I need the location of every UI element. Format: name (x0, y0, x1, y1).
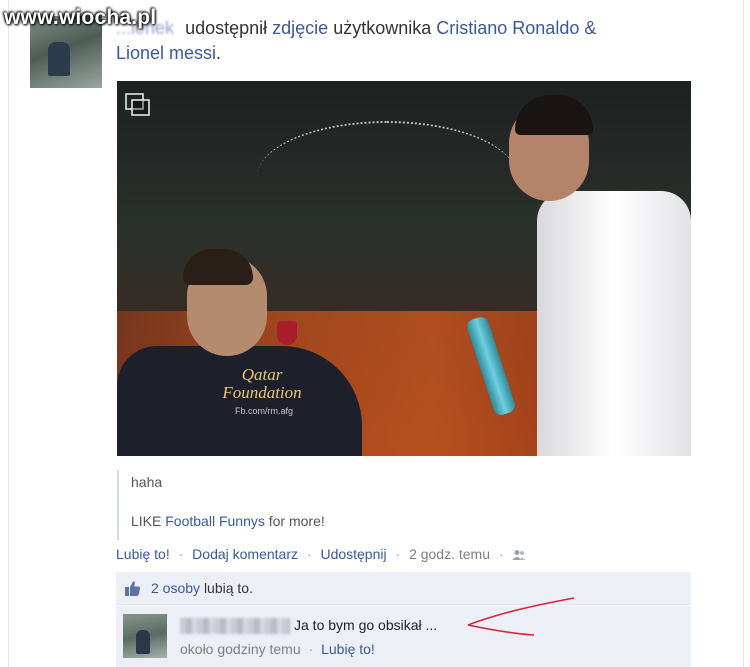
comment-time[interactable]: około godziny temu (180, 641, 301, 657)
photo-caption: haha LIKE Football Funnys for more! (117, 470, 691, 540)
thumbs-up-icon (125, 581, 141, 596)
comment-meta: około godziny temu · Lubię to! (180, 641, 375, 657)
player-left-hair (183, 249, 253, 285)
avatar-figure (136, 630, 150, 654)
separator: · (498, 546, 504, 562)
caption-suffix: for more! (264, 513, 325, 529)
club-crest (277, 321, 297, 345)
water-spray (257, 121, 517, 233)
page-link[interactable]: Football Funnys (165, 513, 265, 529)
separator: · (306, 546, 312, 562)
post-header: ...lenek udostępnił zdjęcie użytkownika … (116, 16, 726, 66)
watermark: www.wiocha.pl (4, 6, 157, 29)
owner-prefix: użytkownika (333, 18, 432, 38)
album-icon[interactable] (125, 93, 151, 117)
separator: · (178, 546, 184, 562)
caption-line1: haha (131, 474, 163, 490)
player-right-hair (515, 95, 593, 135)
separator: · (308, 641, 314, 657)
owner-link-line2[interactable]: Lionel messi (116, 43, 216, 63)
likes-panel: 2 osoby lubią to. (116, 572, 691, 605)
timestamp[interactable]: 2 godz. temu (409, 546, 490, 562)
caption-prefix: LIKE (131, 513, 166, 529)
owner-link-line1[interactable]: Cristiano Ronaldo & (436, 18, 596, 38)
shirt-url: Fb.com/rm.afg (234, 406, 293, 416)
photo-link[interactable]: zdjęcie (272, 18, 328, 38)
separator: · (395, 546, 401, 562)
commenter-avatar[interactable] (123, 614, 167, 658)
like-link[interactable]: Lubię to! (116, 546, 170, 562)
likes-suffix: lubią to. (203, 580, 253, 596)
comment-text: Ja to bym go obsikał ... (294, 617, 438, 633)
annotation-arrow (467, 597, 575, 636)
likes-count-link[interactable]: 2 osoby (151, 580, 200, 596)
commenter-name-redacted[interactable] (180, 618, 290, 634)
post-actions: Lubię to! · Dodaj komentarz · Udostępnij… (116, 546, 526, 562)
friends-icon[interactable] (512, 549, 526, 561)
comment-link[interactable]: Dodaj komentarz (192, 546, 298, 562)
likes-text: 2 osoby lubią to. (151, 580, 253, 596)
caption-line2: LIKE Football Funnys for more! (131, 512, 325, 530)
comment-like-link[interactable]: Lubię to! (321, 641, 375, 657)
owner-suffix: . (216, 43, 222, 63)
share-link[interactable]: Udostępnij (320, 546, 386, 562)
player-right-shirt (537, 191, 691, 456)
shirt-sponsor-line2: Foundation (222, 383, 302, 402)
shared-photo[interactable]: Qatar Foundation Fb.com/rm.afg (117, 81, 691, 456)
shirt-sponsor-line1: Qatar (241, 365, 283, 384)
comment-item: Ja to bym go obsikał ... około godziny t… (116, 606, 691, 667)
action-text: udostępnił (185, 18, 268, 38)
avatar-figure (48, 42, 70, 76)
shirt-sponsor: Qatar Foundation (217, 366, 307, 402)
